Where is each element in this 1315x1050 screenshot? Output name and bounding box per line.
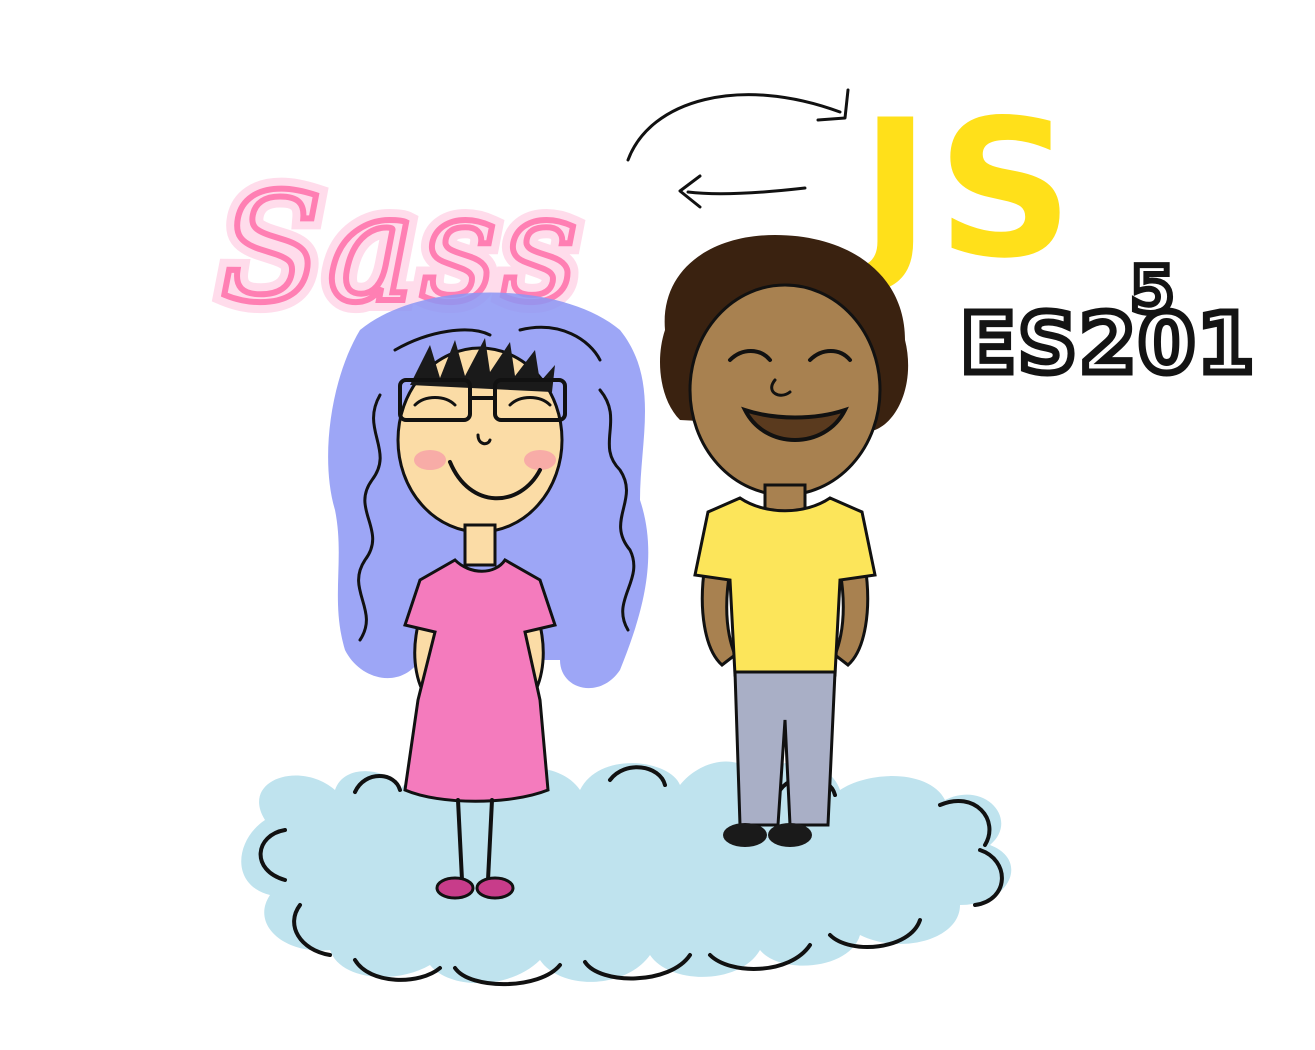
arrow-left-icon: [678, 174, 807, 209]
boy-character: [660, 235, 909, 847]
curved-arrow-right-icon: [626, 88, 850, 162]
js-logo-text: JS: [849, 79, 1080, 300]
svg-text:5: 5: [1130, 254, 1175, 328]
svg-text:JS: JS: [849, 79, 1080, 300]
svg-text:ES201: ES201: [960, 297, 1256, 392]
sass-js-illustration: Sass Sass JS ES201 5: [209, 79, 1258, 987]
cloud: [241, 761, 1012, 987]
